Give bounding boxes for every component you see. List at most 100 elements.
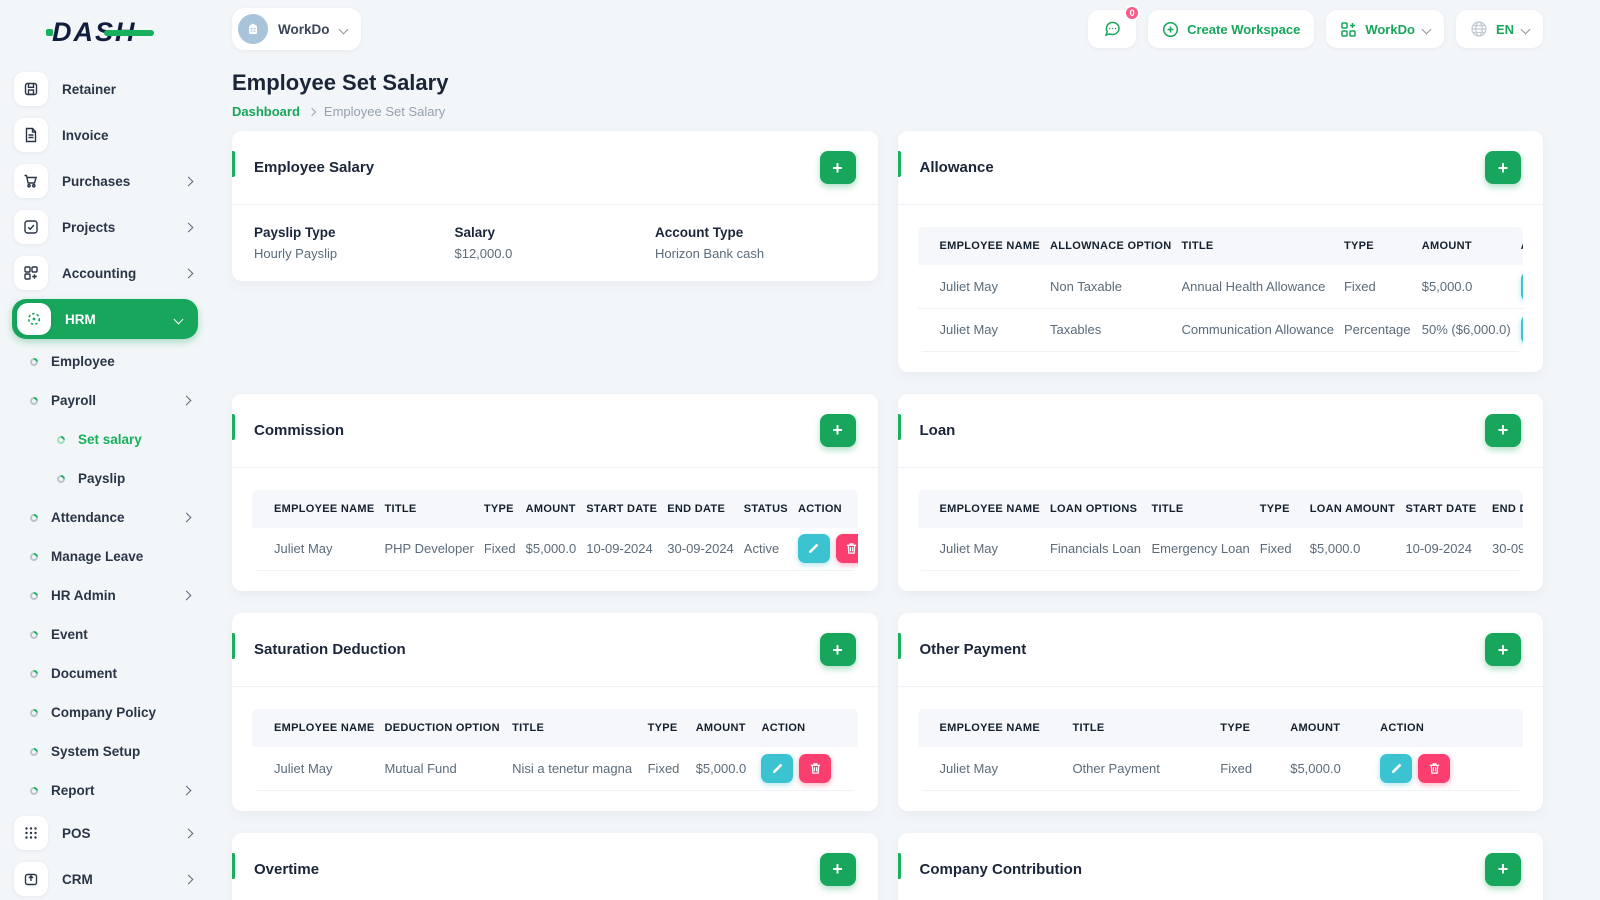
col-type: TYPE [1259,489,1310,528]
add-overtime-button[interactable]: + [819,852,856,886]
col-type: TYPE [1343,227,1422,265]
sidebar-item-payroll[interactable]: Payroll [0,381,210,420]
add-allowance-button[interactable]: + [1485,151,1521,184]
delete-button[interactable] [1418,753,1451,783]
add-other-payment-button[interactable]: + [1485,633,1521,666]
delete-button[interactable] [835,534,858,564]
add-loan-button[interactable]: + [1485,413,1521,447]
table-row: Juliet May Other Payment Fixed $5,000.0 [917,747,1523,791]
col-deduction-option: DEDUCTION OPTION [384,709,513,747]
sidebar-item-employee[interactable]: Employee [0,342,210,381]
check-square-icon [14,210,48,244]
add-employee-salary-button[interactable]: + [819,151,856,184]
save-icon [14,72,48,106]
crm-icon [14,862,48,896]
bullet-icon [28,784,40,797]
sidebar-item-system-setup[interactable]: System Setup [0,732,210,771]
col-type: TYPE [647,709,696,747]
sidebar-item-purchases[interactable]: Purchases [0,158,210,204]
company-contribution-card: Company Contribution + [897,832,1544,900]
table-header-row: EMPLOYEE NAME TITLE TYPE AMOUNT ACTION [917,709,1523,747]
sidebar-item-accounting[interactable]: Accounting [0,250,210,296]
col-employee-name: EMPLOYEE NAME [252,709,385,747]
add-company-contribution-button[interactable]: + [1485,852,1521,886]
dots-grid-icon [14,816,48,850]
sidebar-item-manage-leave[interactable]: Manage Leave [0,537,210,576]
card-body: EMPLOYEE NAME DEDUCTION OPTION TITLE TYP… [232,687,878,811]
messages-button[interactable]: 0 [1088,5,1141,48]
breadcrumb-dashboard-link[interactable]: Dashboard [232,104,300,119]
card-body: EMPLOYEE NAME TITLE TYPE AMOUNT ACTION J… [898,687,1544,811]
card-title: Company Contribution [919,860,1082,878]
sidebar-item-attendance[interactable]: Attendance [0,498,210,537]
salary-field: Salary $12,000.0 [455,225,656,261]
bullet-icon [55,433,67,446]
table-row: Juliet May Financials Loan Emergency Loa… [917,527,1523,571]
card-body: EMPLOYEE NAME TITLE TYPE AMOUNT START DA… [232,468,878,592]
col-title: TITLE [1072,709,1221,747]
employee-salary-card: Employee Salary + Payslip Type Hourly Pa… [232,131,878,281]
workspace-selector[interactable]: WorkDo [232,8,361,50]
sidebar-item-hrm[interactable]: HRM [12,299,198,339]
account-type-field: Account Type Horizon Bank cash [655,225,856,261]
chevron-right-icon [181,590,192,601]
create-workspace-button[interactable]: Create Workspace [1148,10,1315,48]
payslip-type-field: Payslip Type Hourly Payslip [254,225,455,261]
col-loan-amount: LOAN AMOUNT [1309,489,1406,528]
add-saturation-deduction-button[interactable]: + [819,633,856,666]
sidebar-item-payslip[interactable]: Payslip [0,459,210,498]
sidebar-item-label: Set salary [78,432,142,447]
messages-badge: 0 [1124,5,1141,21]
overtime-card: Overtime + [232,832,878,900]
add-commission-button[interactable]: + [819,413,856,447]
breadcrumb-current: Employee Set Salary [323,104,446,119]
chevron-right-icon [181,512,192,523]
edit-button[interactable] [1380,753,1413,783]
sidebar-item-label: Attendance [51,510,125,525]
accent-bar [232,413,235,440]
card-title: Saturation Deduction [254,641,406,658]
sidebar-item-retainer[interactable]: Retainer [0,66,210,112]
sidebar-item-hr-admin[interactable]: HR Admin [0,576,210,615]
chevron-down-icon [173,314,184,324]
card-title: Overtime [254,860,320,878]
sidebar-item-label: CRM [62,871,93,887]
sidebar-item-invoice[interactable]: Invoice [0,112,210,158]
allowance-card: Allowance + EMPLOYEE NAME ALLOWNACE OPTI… [897,131,1543,372]
sidebar-item-label: Retainer [62,81,117,97]
chevron-right-icon [307,107,317,116]
bullet-icon [28,745,40,758]
sidebar-item-label: HR Admin [51,588,116,603]
chevron-right-icon [183,874,194,884]
sidebar-item-pos[interactable]: POS [0,810,210,856]
bullet-icon [28,628,40,641]
delete-button[interactable] [799,753,832,783]
table-row: Juliet May Mutual Fund Nisi a tenetur ma… [252,747,858,791]
language-selector[interactable]: EN [1455,10,1543,48]
edit-button[interactable] [761,753,794,783]
col-amount: AMOUNT [1290,709,1381,747]
sidebar-item-event[interactable]: Event [0,615,210,654]
sidebar-item-label: System Setup [51,744,141,759]
edit-button[interactable] [797,534,830,564]
edit-button[interactable] [1520,271,1523,301]
card-header: Employee Salary + [232,131,878,204]
table-header-row: EMPLOYEE NAME TITLE TYPE AMOUNT START DA… [252,489,858,528]
sidebar-item-crm[interactable]: CRM [0,856,210,900]
card-header: Company Contribution + [897,833,1544,900]
app-logo[interactable]: DASH [0,0,210,64]
field-label: Salary [454,225,496,240]
sidebar-item-set-salary[interactable]: Set salary [0,420,210,459]
edit-button[interactable] [1520,315,1523,344]
sidebar-item-label: Purchases [62,173,131,189]
sidebar-item-company-policy[interactable]: Company Policy [0,693,210,732]
card-body: EMPLOYEE NAME LOAN OPTIONS TITLE TYPE LO… [898,468,1544,592]
sidebar-item-report[interactable]: Report [0,771,210,810]
workspace-switcher[interactable]: WorkDo [1326,10,1444,48]
sidebar-item-projects[interactable]: Projects [0,204,210,250]
card-body: Payslip Type Hourly Payslip Salary $12,0… [232,205,878,281]
topbar: WorkDo 0 Create Workspace WorkDo EN [232,0,1543,50]
sidebar-item-document[interactable]: Document [0,654,210,693]
col-type: TYPE [483,489,526,528]
accent-bar [232,852,235,879]
